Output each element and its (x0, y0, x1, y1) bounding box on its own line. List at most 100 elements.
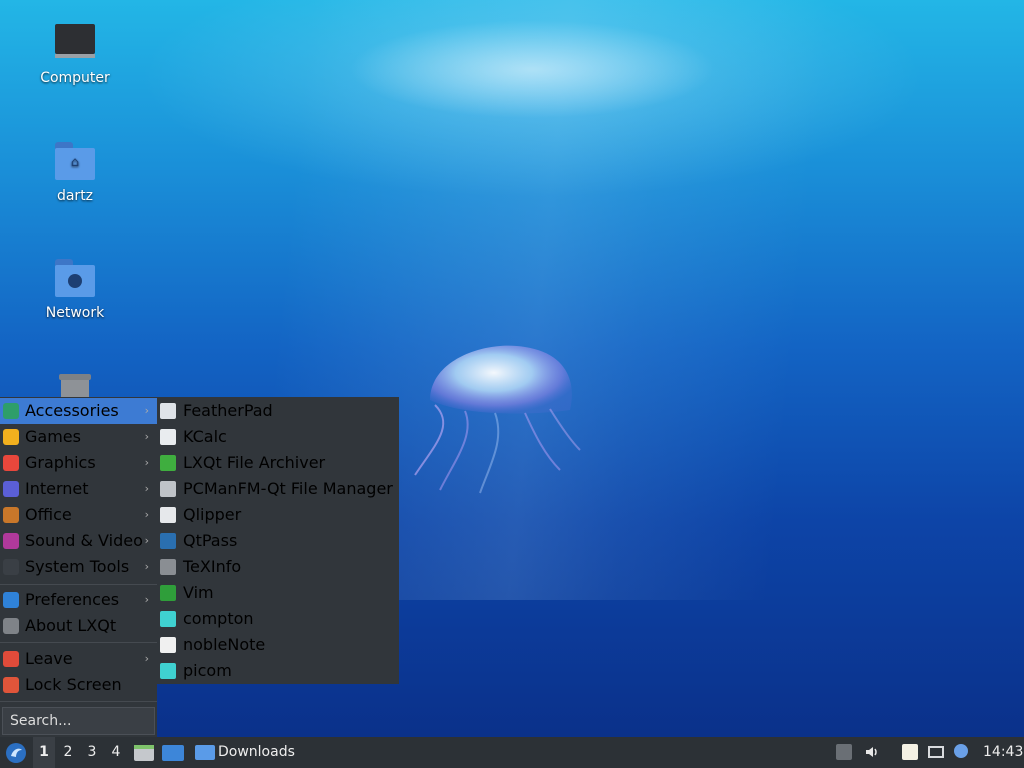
menu-item-system-tools[interactable]: System Tools › (0, 554, 157, 580)
menu-item-lock-screen[interactable]: Lock Screen (0, 672, 157, 698)
graphics-icon (3, 455, 19, 471)
desktop-icon-label: Network (45, 305, 105, 321)
submenu-item-label: LXQt File Archiver (183, 453, 326, 472)
chevron-right-icon: › (144, 508, 149, 521)
desktop-switch-1[interactable]: 1 (33, 737, 55, 768)
submenu-item-featherpad[interactable]: FeatherPad (157, 398, 399, 424)
clock[interactable]: 14:43 (983, 737, 1023, 768)
lxqt-logo-icon (6, 743, 26, 763)
submenu-item-label: KCalc (183, 427, 227, 446)
password-icon (160, 533, 176, 549)
window-title: Downloads (218, 744, 295, 760)
menu-item-label: Graphics (25, 453, 96, 472)
desktop-icon (162, 745, 184, 761)
menu-item-internet[interactable]: Internet › (0, 476, 157, 502)
accessories-icon (3, 403, 19, 419)
office-icon (3, 507, 19, 523)
notification-icon[interactable] (954, 744, 970, 760)
menu-item-about-lxqt[interactable]: About LXQt (0, 613, 157, 639)
desktop-icon-label: Computer (40, 70, 110, 86)
chevron-right-icon: › (144, 404, 149, 417)
chevron-right-icon: › (144, 560, 149, 573)
menu-item-label: System Tools (25, 557, 130, 576)
menu-item-label: Lock Screen (25, 675, 122, 694)
menu-item-label: Office (25, 505, 72, 524)
power-icon (3, 651, 19, 667)
clipboard-icon (160, 507, 176, 523)
menu-item-label: Games (25, 427, 81, 446)
menu-item-label: Preferences (25, 590, 120, 609)
gear-icon (160, 663, 176, 679)
submenu-item-label: Vim (183, 583, 214, 602)
file-manager-icon (160, 481, 176, 497)
chevron-right-icon: › (144, 652, 149, 665)
home-folder-icon: ⌂ (53, 140, 97, 184)
volume-icon[interactable] (864, 744, 880, 760)
menu-separator (0, 642, 157, 643)
computer-icon (53, 22, 97, 66)
file-manager-icon (134, 745, 154, 761)
submenu-item-label: QtPass (183, 531, 238, 550)
submenu-item-qlipper[interactable]: Qlipper (157, 502, 399, 528)
desktop: Computer ⌂ dartz Network Accessories › Gam… (0, 0, 1024, 768)
menu-separator (0, 701, 157, 702)
desktop-icon-dartz[interactable]: ⌂ dartz (20, 140, 130, 204)
menu-item-label: Leave (25, 649, 73, 668)
desktop-switch-4[interactable]: 4 (105, 737, 127, 768)
taskbar-window-downloads[interactable]: Downloads (193, 737, 313, 768)
desktop-icon-network[interactable]: Network (20, 257, 130, 321)
submenu-item-vim[interactable]: Vim (157, 580, 399, 606)
show-desktop-button[interactable] (162, 743, 184, 763)
submenu-item-picom[interactable]: picom (157, 658, 399, 684)
menu-item-leave[interactable]: Leave › (0, 646, 157, 672)
lxqt-menu-button[interactable] (4, 741, 28, 765)
preferences-icon (3, 592, 19, 608)
menu-item-preferences[interactable]: Preferences › (0, 587, 157, 613)
desktop-switch-2[interactable]: 2 (57, 737, 79, 768)
sound-video-icon (3, 533, 19, 549)
folder-icon (195, 745, 215, 760)
menu-item-label: Accessories (25, 401, 119, 420)
chevron-right-icon: › (144, 430, 149, 443)
tray-arrow-icon[interactable] (836, 744, 852, 760)
chevron-right-icon: › (144, 593, 149, 606)
submenu-item-texinfo[interactable]: TeXInfo (157, 554, 399, 580)
info-icon (160, 559, 176, 575)
submenu-item-label: nobleNote (183, 635, 266, 654)
submenu-item-label: Qlipper (183, 505, 242, 524)
jellyfish-wallpaper (414, 345, 581, 494)
desktop-switch-3[interactable]: 3 (81, 737, 103, 768)
submenu-item-pcmanfm-qt-file-manager[interactable]: PCManFM-Qt File Manager (157, 476, 399, 502)
chevron-right-icon: › (144, 482, 149, 495)
submenu-item-label: compton (183, 609, 254, 628)
menu-item-label: Sound & Video (25, 531, 143, 550)
menu-separator (0, 584, 157, 585)
calculator-icon (160, 429, 176, 445)
speaker-icon (866, 747, 877, 757)
menu-item-sound-video[interactable]: Sound & Video › (0, 528, 157, 554)
menu-item-label: Internet (25, 479, 89, 498)
menu-item-office[interactable]: Office › (0, 502, 157, 528)
submenu-item-qtpass[interactable]: QtPass (157, 528, 399, 554)
submenu-item-lxqt-file-archiver[interactable]: LXQt File Archiver (157, 450, 399, 476)
network-icon[interactable] (928, 744, 944, 760)
network-folder-icon (53, 257, 97, 301)
submenu-item-label: FeatherPad (183, 401, 273, 420)
chevron-right-icon: › (144, 534, 149, 547)
menu-item-accessories[interactable]: Accessories › (0, 398, 157, 424)
clipboard-icon[interactable] (902, 744, 918, 760)
search-input[interactable]: Search... (2, 707, 155, 735)
taskbar: 1 2 3 4 Downloads 14:43 (0, 737, 1024, 768)
submenu-item-kcalc[interactable]: KCalc (157, 424, 399, 450)
submenu-item-compton[interactable]: compton (157, 606, 399, 632)
menu-item-games[interactable]: Games › (0, 424, 157, 450)
desktop-icon-computer[interactable]: Computer (20, 22, 130, 86)
menu-item-graphics[interactable]: Graphics › (0, 450, 157, 476)
info-icon (3, 618, 19, 634)
vim-icon (160, 585, 176, 601)
internet-icon (3, 481, 19, 497)
submenu-item-noblenote[interactable]: nobleNote (157, 632, 399, 658)
file-manager-launcher[interactable] (134, 743, 154, 763)
menu-item-label: About LXQt (25, 616, 117, 635)
archive-icon (160, 455, 176, 471)
